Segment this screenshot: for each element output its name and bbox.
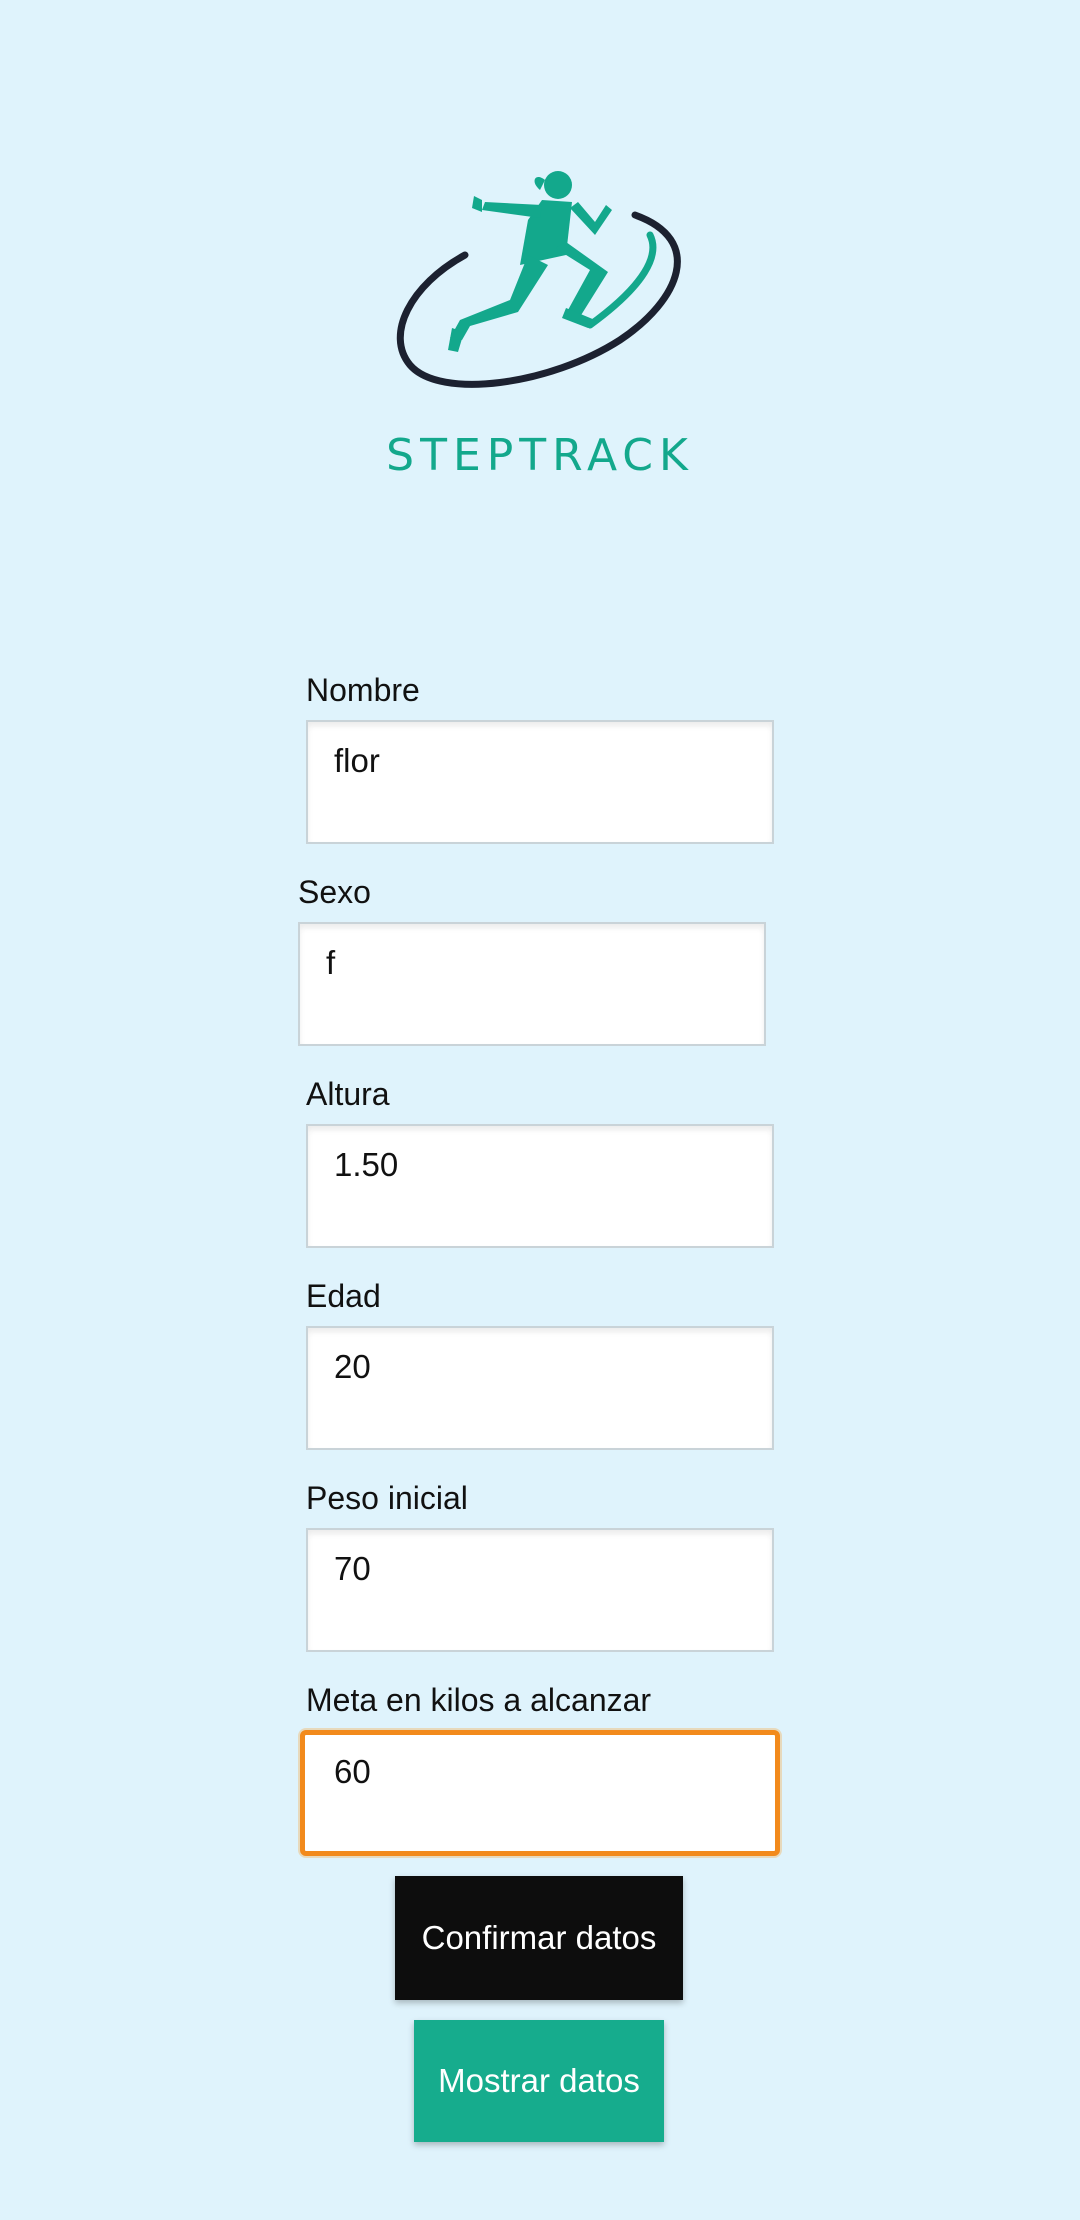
sexo-label: Sexo: [298, 874, 371, 910]
meta-input[interactable]: 60: [300, 1730, 780, 1856]
nombre-input[interactable]: flor: [306, 720, 774, 844]
edad-input[interactable]: 20: [306, 1326, 774, 1450]
meta-value: 60: [334, 1753, 371, 1790]
show-data-button[interactable]: Mostrar datos: [414, 2020, 664, 2142]
meta-label: Meta en kilos a alcanzar: [306, 1682, 652, 1718]
peso-inicial-value: 70: [334, 1550, 371, 1587]
app-brand-name: STEPTRACK: [386, 430, 694, 481]
registration-screen: STEPTRACK Nombre flor Sexo f Altura 1.50…: [0, 0, 1080, 2220]
peso-inicial-input[interactable]: 70: [306, 1528, 774, 1652]
nombre-label: Nombre: [306, 672, 420, 708]
altura-input[interactable]: 1.50: [306, 1124, 774, 1248]
sexo-value: f: [326, 944, 336, 981]
edad-value: 20: [334, 1348, 371, 1385]
altura-label: Altura: [306, 1076, 390, 1112]
peso-inicial-label: Peso inicial: [306, 1480, 468, 1516]
sexo-input[interactable]: f: [298, 922, 766, 1046]
edad-label: Edad: [306, 1278, 381, 1314]
runner-orbit-logo-icon: [396, 171, 681, 388]
altura-value: 1.50: [334, 1146, 399, 1183]
confirm-data-button[interactable]: Confirmar datos: [395, 1876, 683, 2000]
nombre-value: flor: [334, 742, 380, 779]
